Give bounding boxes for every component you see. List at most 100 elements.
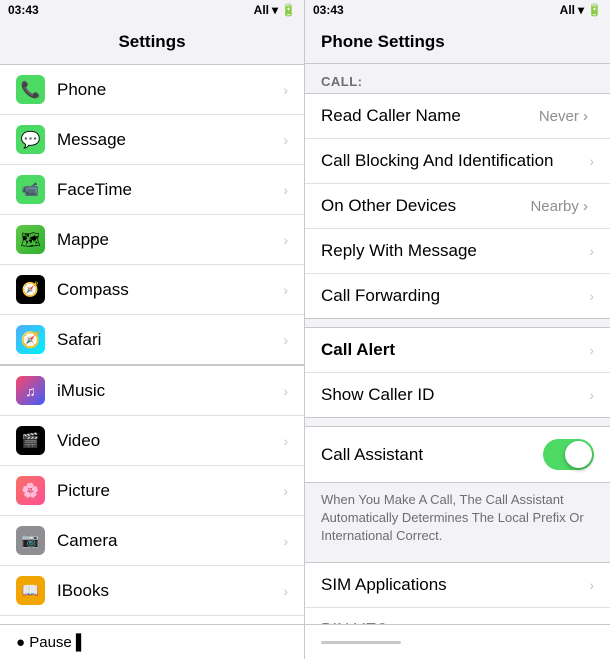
- other-devices-label: On Other Devices: [321, 196, 530, 216]
- chevron-icon: ›: [589, 342, 594, 358]
- camera-label: Camera: [57, 531, 283, 551]
- read-caller-label: Read Caller Name: [321, 106, 539, 126]
- bottom-left-bar: ● Pause ▌: [0, 624, 305, 659]
- ibooks-icon: 📖: [16, 576, 45, 605]
- call-forwarding-label: Call Forwarding: [321, 286, 589, 306]
- sidebar-item-facetime[interactable]: 📹 FaceTime ›: [0, 165, 304, 215]
- phone-icon: 📞: [16, 75, 45, 104]
- left-wifi-icon: ▾: [272, 3, 278, 17]
- videos-label: Video: [57, 431, 283, 451]
- compass-icon: 🧭: [16, 275, 45, 304]
- chevron-icon: ›: [283, 533, 288, 549]
- call-assistant-item[interactable]: Call Assistant: [305, 427, 610, 482]
- sim-apps-item[interactable]: SIM Applications ›: [305, 563, 610, 608]
- sidebar-item-camera[interactable]: 📷 Camera ›: [0, 516, 304, 566]
- sidebar-item-compass[interactable]: 🧭 Compass ›: [0, 265, 304, 315]
- other-devices-value: Nearby ›: [530, 198, 588, 215]
- ibooks-label: IBooks: [57, 581, 283, 601]
- sidebar-item-videos[interactable]: 🎬 Video ›: [0, 416, 304, 466]
- right-nav-title: Phone Settings: [321, 32, 445, 52]
- other-devices-item[interactable]: On Other Devices Nearby ›: [305, 184, 610, 229]
- sidebar-item-phone[interactable]: 📞 Phone ›: [0, 65, 304, 115]
- reply-message-item[interactable]: Reply With Message ›: [305, 229, 610, 274]
- call-assistant-group: Call Assistant: [305, 426, 610, 483]
- section-divider-3: [305, 418, 610, 426]
- right-panel: CALL: Read Caller Name Never › Call Bloc…: [305, 64, 610, 624]
- settings-group-1: 📞 Phone › 💬 Message › 📹 FaceTime: [0, 64, 304, 365]
- music-icon: ♫: [16, 376, 45, 405]
- messages-icon: 💬: [16, 125, 45, 154]
- chevron-icon: ›: [283, 82, 288, 98]
- scroll-indicator: [321, 641, 401, 644]
- chevron-icon: ›: [283, 583, 288, 599]
- pin-yes-item[interactable]: PIN YES ›: [305, 608, 610, 624]
- compass-label: Compass: [57, 280, 283, 300]
- videos-icon: 🎬: [16, 426, 45, 455]
- call-settings-group: Read Caller Name Never › Call Blocking A…: [305, 93, 610, 319]
- call-blocking-item[interactable]: Call Blocking And Identification ›: [305, 139, 610, 184]
- bottom-left-text: ● Pause ▌: [16, 634, 87, 651]
- call-section-header: CALL:: [305, 64, 610, 93]
- right-signal: All: [560, 3, 575, 17]
- left-time: 03:43: [8, 3, 39, 17]
- section-divider-2: [305, 319, 610, 327]
- chevron-icon: ›: [283, 182, 288, 198]
- right-status-bar: 03:43 All ▾ 🔋: [305, 0, 610, 20]
- sidebar-item-podcasts[interactable]: 🎙 Podcast ›: [0, 616, 304, 624]
- call-blocking-label: Call Blocking And Identification: [321, 151, 589, 171]
- call-alert-item[interactable]: Call Alert ›: [305, 328, 610, 373]
- chevron-icon: ›: [589, 387, 594, 403]
- left-nav-title: Settings: [118, 32, 185, 52]
- photos-label: Picture: [57, 481, 283, 501]
- chevron-icon: ›: [283, 483, 288, 499]
- bottom-bar: ● Pause ▌: [0, 624, 610, 659]
- call-forwarding-item[interactable]: Call Forwarding ›: [305, 274, 610, 318]
- call-alert-label: Call Alert: [321, 340, 589, 360]
- chevron-icon: ›: [589, 577, 594, 593]
- chevron-icon: ›: [283, 383, 288, 399]
- reply-message-label: Reply With Message: [321, 241, 589, 261]
- sidebar-item-music[interactable]: ♫ iMusic ›: [0, 366, 304, 416]
- sidebar-item-maps[interactable]: 🗺 Mappe ›: [0, 215, 304, 265]
- section-divider-4: [305, 554, 610, 562]
- chevron-icon: ›: [589, 243, 594, 259]
- show-caller-id-item[interactable]: Show Caller ID ›: [305, 373, 610, 417]
- right-nav-header: Phone Settings: [305, 20, 610, 64]
- read-caller-item[interactable]: Read Caller Name Never ›: [305, 94, 610, 139]
- bottom-right-bar: [305, 624, 610, 659]
- chevron-icon: ›: [283, 433, 288, 449]
- sidebar-item-photos[interactable]: 🌸 Picture ›: [0, 466, 304, 516]
- maps-icon: 🗺: [16, 225, 45, 254]
- left-panel: 📞 Phone › 💬 Message › 📹 FaceTime: [0, 64, 305, 624]
- sim-apps-label: SIM Applications: [321, 575, 589, 595]
- chevron-icon: ›: [589, 153, 594, 169]
- left-battery-icon: 🔋: [281, 3, 296, 17]
- toggle-knob: [565, 441, 592, 468]
- music-label: iMusic: [57, 381, 283, 401]
- chevron-icon: ›: [283, 332, 288, 348]
- phone-label: Phone: [57, 80, 283, 100]
- chevron-icon: ›: [283, 282, 288, 298]
- safari-label: Safari: [57, 330, 283, 350]
- facetime-icon: 📹: [16, 175, 45, 204]
- call-assistant-toggle[interactable]: [543, 439, 594, 470]
- chevron-icon: ›: [589, 288, 594, 304]
- left-nav-header: Settings: [0, 20, 305, 64]
- safari-icon: 🧭: [16, 325, 45, 354]
- sidebar-item-ibooks[interactable]: 📖 IBooks ›: [0, 566, 304, 616]
- settings-group-2: ♫ iMusic › 🎬 Video › 🌸 Picture: [0, 365, 304, 624]
- call-alert-group: Call Alert › Show Caller ID ›: [305, 327, 610, 418]
- right-time: 03:43: [313, 3, 344, 17]
- sidebar-item-messages[interactable]: 💬 Message ›: [0, 115, 304, 165]
- maps-label: Mappe: [57, 230, 283, 250]
- call-assistant-description: When You Make A Call, The Call Assistant…: [305, 483, 610, 554]
- right-wifi-icon: ▾: [578, 3, 584, 17]
- facetime-label: FaceTime: [57, 180, 283, 200]
- right-battery-icon: 🔋: [587, 3, 602, 17]
- sim-group: SIM Applications › PIN YES ›: [305, 562, 610, 624]
- chevron-icon: ›: [283, 232, 288, 248]
- messages-label: Message: [57, 130, 283, 150]
- show-caller-id-label: Show Caller ID: [321, 385, 589, 405]
- left-status-bar: 03:43 All ▾ 🔋: [0, 0, 305, 20]
- sidebar-item-safari[interactable]: 🧭 Safari ›: [0, 315, 304, 364]
